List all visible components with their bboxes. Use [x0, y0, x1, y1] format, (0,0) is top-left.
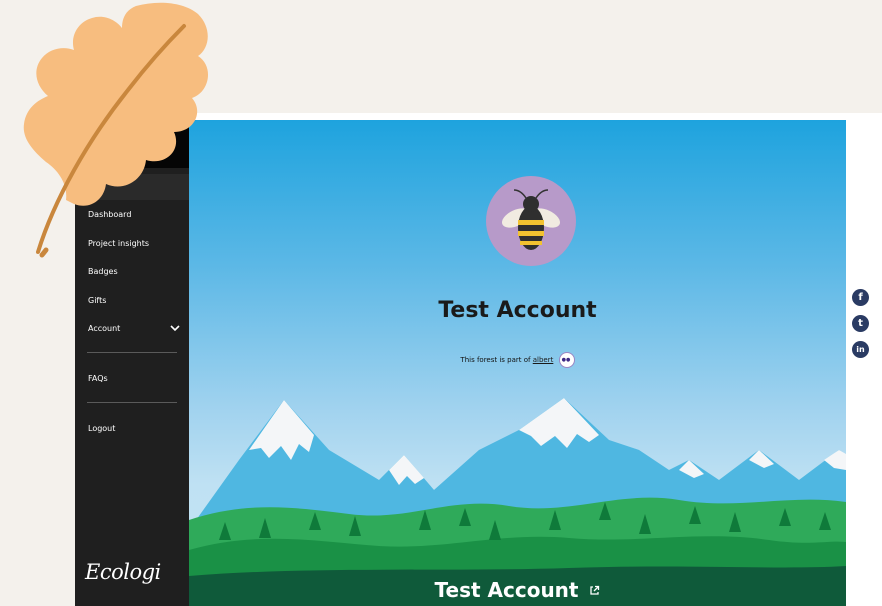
ecologi-logo[interactable]: Ecologi [85, 560, 161, 584]
mountain-landscape [189, 398, 846, 606]
sidebar-item-logout[interactable]: Logout [88, 424, 115, 433]
sidebar-item-faqs[interactable]: FAQs [88, 374, 108, 383]
facebook-icon[interactable]: f [852, 289, 869, 306]
twitter-icon[interactable]: t [852, 315, 869, 332]
account-name-footer[interactable]: Test Account [189, 578, 846, 602]
sidebar-item-badges[interactable]: Badges [88, 267, 118, 276]
bee-icon [501, 189, 561, 250]
leaf-decoration [23, 2, 209, 258]
sidebar-item-gifts[interactable]: Gifts [88, 296, 106, 305]
forest-prefix: This forest is part of [460, 356, 531, 364]
sidebar-divider [87, 402, 177, 403]
share-bar: f t in [847, 283, 882, 365]
forest-link[interactable]: albert [533, 356, 554, 364]
footer-account-name: Test Account [434, 578, 579, 602]
chevron-down-icon[interactable] [170, 323, 180, 333]
forest-hero: Test Account This forest is part of albe… [189, 120, 846, 606]
profile-avatar [486, 176, 576, 266]
forest-membership-text: This forest is part of albert ●● [189, 352, 846, 368]
sidebar-item-account[interactable]: Account [88, 324, 120, 333]
linkedin-icon[interactable]: in [852, 341, 869, 358]
account-name-heading: Test Account [438, 298, 597, 323]
external-link-icon[interactable] [589, 585, 600, 596]
partner-badge-icon[interactable]: ●● [558, 352, 575, 368]
sidebar-divider [87, 352, 177, 353]
